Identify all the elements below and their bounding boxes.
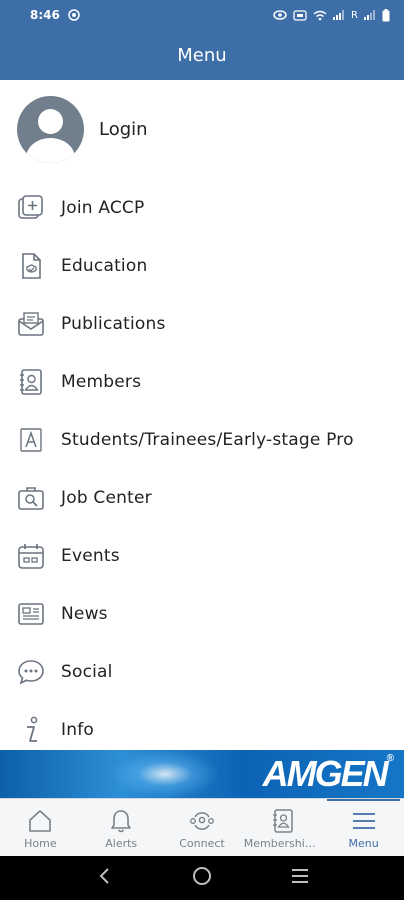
app-header: Menu	[0, 30, 404, 80]
home-icon	[27, 807, 53, 835]
join-plus-icon	[16, 193, 46, 223]
tab-membership[interactable]: Membership...	[242, 799, 323, 856]
menu-list[interactable]: Login Join ACCP Education Publications M…	[0, 80, 404, 750]
menu-item-news[interactable]: News	[0, 585, 404, 643]
signal-icon-2	[364, 10, 376, 20]
amgen-ad-banner[interactable]: AMGEN®	[0, 750, 404, 798]
students-icon	[16, 425, 46, 455]
tab-label: Alerts	[105, 837, 138, 850]
recents-button[interactable]	[285, 863, 315, 893]
menu-item-publications[interactable]: Publications	[0, 295, 404, 353]
menu-item-label: Job Center	[61, 488, 152, 508]
volte-icon	[293, 9, 307, 21]
back-chevron-icon	[97, 867, 111, 889]
wifi-icon	[313, 10, 327, 21]
publications-envelope-icon	[16, 309, 46, 339]
menu-item-social[interactable]: Social	[0, 643, 404, 701]
chat-bubble-icon	[16, 657, 46, 687]
eye-icon	[273, 10, 287, 20]
login-label: Login	[99, 119, 148, 140]
back-button[interactable]	[89, 863, 119, 893]
tab-home[interactable]: Home	[0, 799, 81, 856]
tab-label: Connect	[179, 837, 225, 850]
menu-item-join-accp[interactable]: Join ACCP	[0, 179, 404, 237]
bell-icon	[109, 807, 133, 835]
menu-item-label: Publications	[61, 314, 166, 334]
tab-connect[interactable]: Connect	[162, 799, 243, 856]
job-center-search-icon	[16, 483, 46, 513]
members-contact-icon	[16, 367, 46, 397]
menu-item-label: Students/Trainees/Early-stage Pro	[61, 430, 354, 450]
menu-item-label: Events	[61, 546, 120, 566]
page-title: Menu	[177, 44, 227, 66]
menu-item-label: Members	[61, 372, 142, 392]
menu-item-info[interactable]: Info	[0, 701, 404, 750]
tab-label: Menu	[348, 837, 379, 850]
menu-item-students[interactable]: Students/Trainees/Early-stage Pro	[0, 411, 404, 469]
tab-label: Home	[24, 837, 57, 850]
roaming-indicator: R	[351, 9, 358, 21]
bottom-tab-bar: Home Alerts Connect Membership... Menu	[0, 798, 404, 856]
menu-item-label: Info	[61, 720, 94, 740]
status-bar: 8:46 R	[0, 0, 404, 30]
education-document-icon	[16, 251, 46, 281]
amgen-logo: AMGEN®	[262, 753, 394, 794]
battery-icon	[382, 8, 390, 22]
system-nav-bar	[0, 856, 404, 900]
tab-menu[interactable]: Menu	[323, 799, 404, 856]
menu-item-label: Education	[61, 256, 148, 276]
tab-label: Membership...	[243, 837, 322, 850]
avatar	[17, 96, 84, 163]
hamburger-menu-icon	[351, 807, 377, 835]
menu-item-label: News	[61, 604, 108, 624]
calendar-icon	[16, 541, 46, 571]
menu-item-members[interactable]: Members	[0, 353, 404, 411]
menu-item-label: Join ACCP	[61, 198, 145, 218]
sync-icon	[68, 9, 80, 21]
tab-alerts[interactable]: Alerts	[81, 799, 162, 856]
connect-icon	[188, 807, 216, 835]
recents-lines-icon	[290, 868, 310, 888]
home-circle-icon	[192, 866, 212, 890]
login-row[interactable]: Login	[0, 80, 404, 179]
newspaper-icon	[16, 599, 46, 629]
menu-item-job-center[interactable]: Job Center	[0, 469, 404, 527]
signal-icon-1	[333, 10, 345, 20]
menu-item-label: Social	[61, 662, 113, 682]
menu-item-events[interactable]: Events	[0, 527, 404, 585]
info-icon	[16, 715, 46, 745]
membership-icon	[271, 807, 295, 835]
menu-item-education[interactable]: Education	[0, 237, 404, 295]
status-time: 8:46	[30, 8, 60, 22]
home-button[interactable]	[187, 863, 217, 893]
